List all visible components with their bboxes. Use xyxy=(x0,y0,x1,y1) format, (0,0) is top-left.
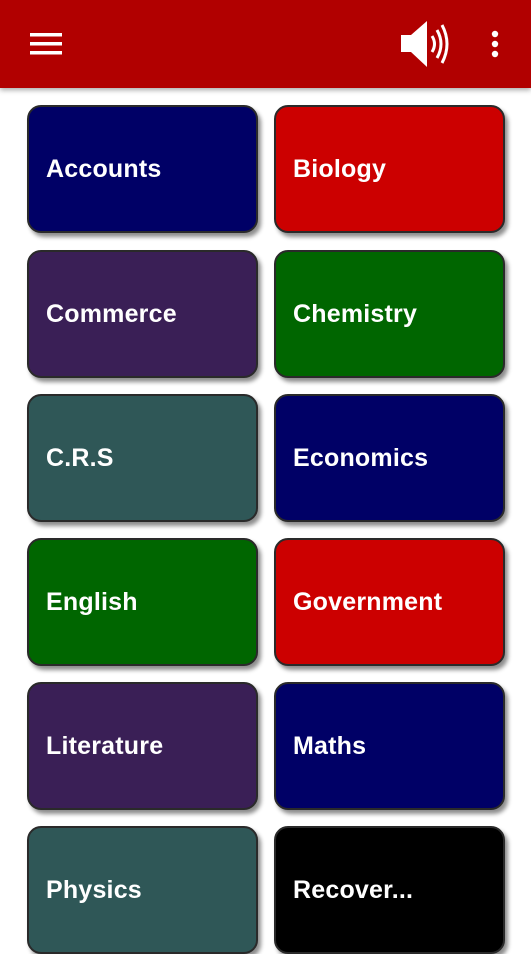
subject-tile-physics[interactable]: Physics xyxy=(27,826,258,954)
hamburger-menu-icon[interactable] xyxy=(22,24,72,64)
subject-label: C.R.S xyxy=(46,443,114,472)
subject-tile-government[interactable]: Government xyxy=(274,538,505,666)
subject-label: Government xyxy=(293,587,443,616)
subject-tile-biology[interactable]: Biology xyxy=(274,105,505,233)
subject-grid: Accounts Biology Commerce Chemistry C.R.… xyxy=(0,0,531,954)
more-vertical-icon[interactable] xyxy=(478,24,512,64)
subject-tile-literature[interactable]: Literature xyxy=(27,682,258,810)
subject-label: Biology xyxy=(293,154,387,183)
subject-tile-recover[interactable]: Recover... xyxy=(274,826,505,954)
subject-label: Physics xyxy=(46,875,142,904)
subject-tile-commerce[interactable]: Commerce xyxy=(27,250,258,378)
subject-tile-maths[interactable]: Maths xyxy=(274,682,505,810)
subject-tile-english[interactable]: English xyxy=(27,538,258,666)
speaker-volume-icon[interactable] xyxy=(390,14,456,74)
subject-tile-accounts[interactable]: Accounts xyxy=(27,105,258,233)
subject-label: Literature xyxy=(46,731,164,760)
subject-label: Chemistry xyxy=(293,299,418,328)
subject-label: Maths xyxy=(293,731,367,760)
subject-label: Accounts xyxy=(46,154,162,183)
subject-tile-crs[interactable]: C.R.S xyxy=(27,394,258,522)
subject-label: Recover... xyxy=(293,875,414,904)
subject-label: Economics xyxy=(293,443,429,472)
subject-tile-economics[interactable]: Economics xyxy=(274,394,505,522)
subject-tile-chemistry[interactable]: Chemistry xyxy=(274,250,505,378)
app-bar xyxy=(0,0,531,88)
subject-label: Commerce xyxy=(46,299,177,328)
subject-label: English xyxy=(46,587,138,616)
